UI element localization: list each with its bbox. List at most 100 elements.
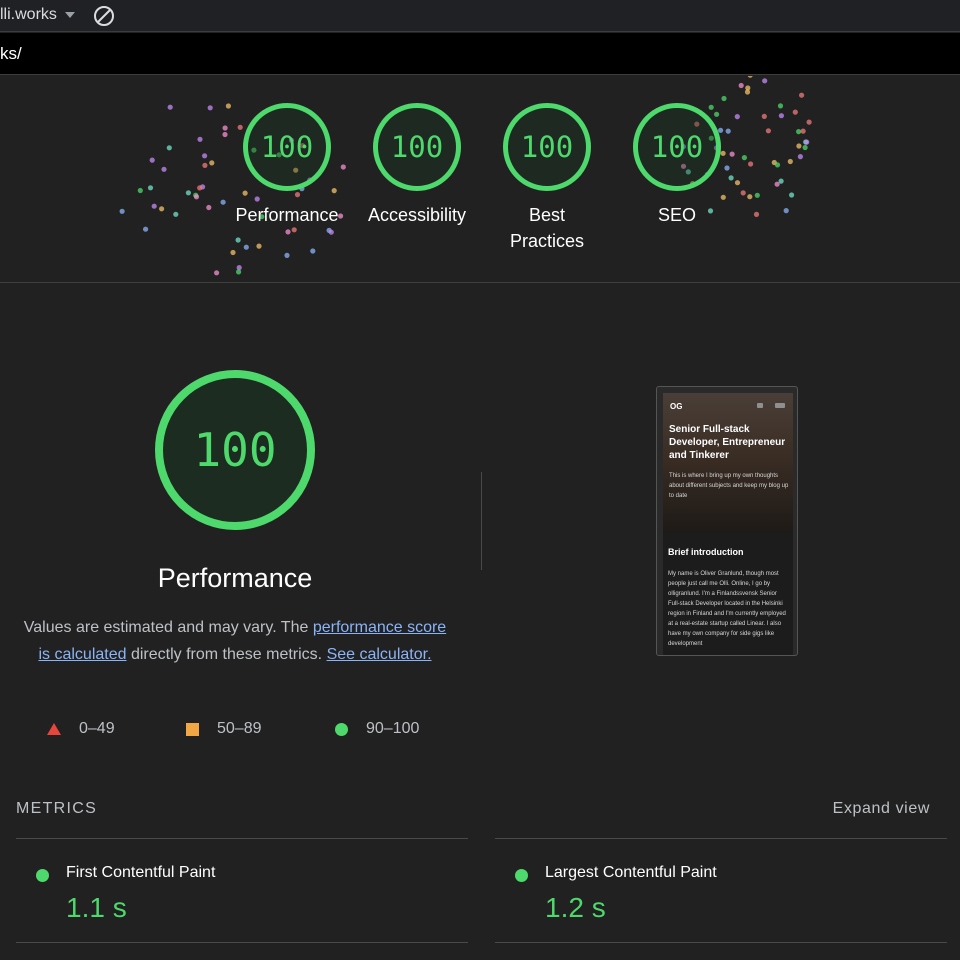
gauge-label-accessibility: Accessibility (367, 205, 467, 225)
metric-largest-contentful-paint: Largest Contentful Paint 1.2 s (495, 840, 945, 940)
block-icon[interactable] (93, 5, 115, 27)
confetti-dot (806, 119, 812, 125)
confetti-dot (761, 113, 767, 119)
gauge-score: 100 (520, 130, 574, 164)
confetti-dot (225, 103, 231, 109)
confetti-dot (285, 229, 291, 235)
confetti-dot (222, 125, 228, 131)
confetti-dot (800, 128, 806, 134)
confetti-dot (294, 192, 301, 198)
confetti-dot (166, 145, 172, 151)
performance-description: Values are estimated and may vary. The p… (20, 615, 450, 668)
gauge-label-line: Practices (509, 231, 585, 251)
confetti-dot (256, 243, 262, 249)
metrics-divider (495, 942, 947, 943)
menu-icon (775, 403, 785, 408)
confetti-dot (796, 129, 802, 135)
confetti-dot (209, 160, 215, 166)
confetti-dot (161, 166, 167, 172)
confetti-dot (242, 190, 248, 196)
confetti-dot (724, 165, 730, 171)
circle-icon (515, 869, 528, 882)
confetti-dot (802, 144, 808, 151)
legend-fail: 0–49 (47, 718, 115, 740)
desc-text: directly from these metrics. (126, 645, 327, 663)
circle-icon (36, 869, 49, 882)
confetti-dot (741, 155, 748, 161)
metrics-divider (16, 838, 468, 839)
confetti-dot (734, 180, 741, 186)
screenshot-intro: This is where I bring up my own thoughts… (669, 473, 789, 499)
confetti-dot (230, 249, 236, 256)
confetti-dot (119, 208, 125, 214)
gauge-performance[interactable]: 100 (243, 103, 331, 191)
confetti-dot (197, 136, 203, 142)
square-icon (186, 722, 199, 736)
confetti-dot (254, 196, 260, 202)
confetti-dot (173, 211, 179, 217)
confetti-dot (804, 139, 810, 145)
url-text: ks/ (0, 44, 22, 63)
confetti-dot (147, 185, 154, 191)
confetti-dot (729, 151, 735, 157)
confetti-dot (149, 157, 155, 163)
confetti-dot (159, 206, 165, 212)
confetti-dot (720, 150, 726, 156)
confetti-dot (774, 181, 780, 187)
site-name: lli.works (0, 6, 57, 23)
confetti-dot (143, 226, 149, 232)
metric-name: Largest Contentful Paint (545, 864, 717, 881)
metric-value: 1.1 s (66, 892, 127, 923)
confetti-dot (151, 203, 157, 209)
confetti-dot (331, 188, 337, 194)
confetti-dot (197, 185, 203, 191)
expand-view-button[interactable]: Expand view (833, 800, 930, 818)
confetti-dot (796, 143, 802, 149)
confetti-dot (734, 114, 740, 120)
final-screenshot[interactable]: OG Senior Full-stack Developer, Entrepre… (656, 386, 798, 656)
confetti-dot (748, 161, 754, 167)
confetti-dot (284, 252, 290, 258)
gauge-label-performance: Performance (235, 205, 339, 225)
confetti-dot (207, 105, 213, 111)
metrics-divider (495, 838, 947, 839)
screenshot-logo: OG (670, 402, 683, 411)
confetti-dot (738, 82, 744, 89)
metrics-divider (16, 942, 468, 943)
screenshot-section-text: My name is Oliver Granlund, though most … (668, 571, 786, 647)
confetti-dot (725, 128, 731, 134)
confetti-dot (777, 103, 784, 109)
confetti-dot (762, 78, 768, 84)
url-bar[interactable]: ks/ (0, 33, 960, 75)
triangle-icon (47, 723, 61, 735)
confetti-dot (222, 131, 228, 138)
performance-score: 100 (193, 423, 277, 477)
metric-first-contentful-paint: First Contentful Paint 1.1 s (16, 840, 466, 940)
scores-header: 100 Performance 100 Accessibility 100 Be… (0, 76, 960, 283)
gauge-label-seo: SEO (657, 205, 696, 225)
metrics-heading: METRICS (16, 800, 98, 817)
see-calculator-link[interactable]: See calculator. (327, 646, 432, 663)
gauge-accessibility[interactable]: 100 (373, 103, 461, 191)
screenshot-section-title: Brief introduction (668, 547, 744, 557)
screenshot-hero: OG Senior Full-stack Developer, Entrepre… (663, 393, 793, 533)
confetti-dot (340, 164, 346, 170)
gauge-best-practices[interactable]: 100 (503, 103, 591, 191)
confetti-dot (774, 162, 781, 168)
confetti-dot (202, 153, 208, 159)
gauge-score: 100 (650, 130, 704, 164)
metric-name: First Contentful Paint (66, 864, 216, 881)
confetti-dot (728, 175, 734, 181)
confetti-dot (167, 104, 173, 110)
metric-value: 1.2 s (545, 892, 606, 923)
gauge-label-line: Best (528, 205, 566, 225)
legend-average: 50–89 (186, 718, 262, 740)
confetti-dot (328, 229, 334, 235)
confetti-dot (747, 194, 753, 200)
confetti-dot (137, 187, 143, 194)
devtools-toolbar: lli.works (0, 0, 960, 32)
site-selector[interactable]: lli.works (0, 6, 75, 24)
confetti-dot (799, 92, 805, 98)
confetti-dot (740, 190, 746, 196)
gauge-seo[interactable]: 100 (633, 103, 721, 191)
